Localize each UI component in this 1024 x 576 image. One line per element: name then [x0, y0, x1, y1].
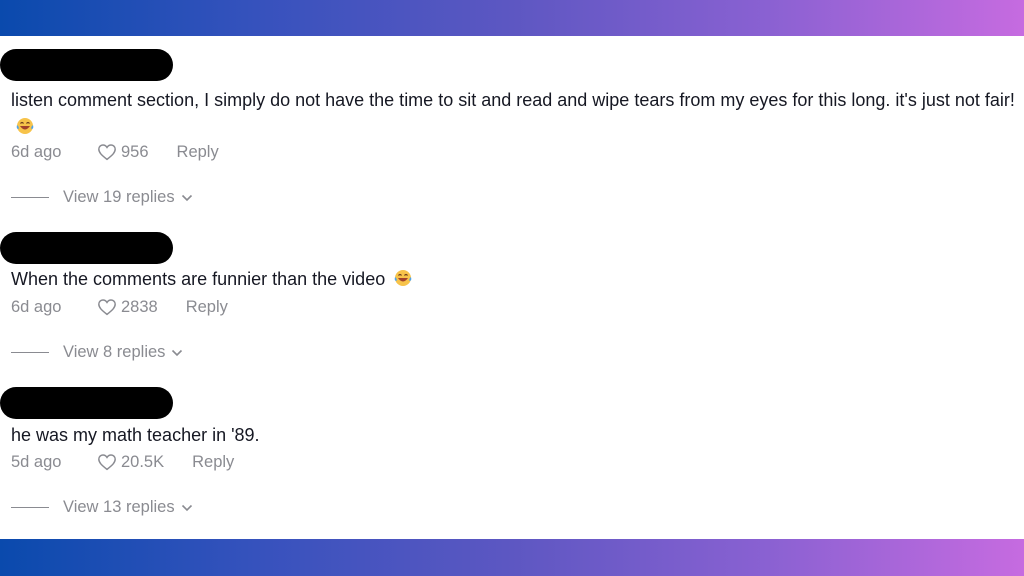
view-replies-label: View 8 replies — [63, 343, 166, 361]
like-button[interactable]: 2838 — [97, 298, 158, 317]
like-count: 956 — [121, 142, 149, 161]
chevron-down-icon — [181, 504, 192, 511]
comment-meta: 6d ago 2838 Reply — [11, 296, 228, 318]
divider-line — [11, 197, 49, 198]
reply-button[interactable]: Reply — [177, 143, 219, 162]
chevron-down-icon — [172, 349, 183, 356]
face-with-tears-of-joy-icon — [394, 270, 412, 286]
view-replies-label: View 19 replies — [63, 188, 175, 206]
bottom-gradient-band — [0, 539, 1024, 576]
view-replies-label: View 13 replies — [63, 498, 175, 516]
face-with-tears-of-joy-icon — [16, 118, 34, 134]
top-gradient-band — [0, 0, 1024, 36]
redacted-username — [0, 387, 173, 419]
comment-time: 6d ago — [11, 142, 62, 161]
like-count: 20.5K — [121, 452, 165, 471]
comment-meta: 5d ago 20.5K Reply — [11, 451, 234, 473]
reply-button[interactable]: Reply — [186, 298, 228, 317]
redacted-username — [0, 49, 173, 81]
like-button[interactable]: 956 — [97, 143, 149, 162]
comment-time: 6d ago — [11, 297, 62, 316]
reply-button[interactable]: Reply — [192, 453, 234, 472]
comment-text: When the comments are funnier than the v… — [11, 266, 1016, 293]
comment-time: 5d ago — [11, 452, 62, 471]
divider-line — [11, 507, 49, 508]
heart-icon — [98, 144, 116, 161]
comment-text: listen comment section, I simply do not … — [11, 87, 1016, 141]
redacted-username — [0, 232, 173, 264]
comment-meta: 6d ago 956 Reply — [11, 141, 219, 163]
view-replies-button[interactable]: View 19 replies — [11, 188, 193, 207]
divider-line — [11, 352, 49, 353]
comment-text: he was my math teacher in '89. — [11, 425, 260, 445]
heart-icon — [98, 454, 116, 471]
chevron-down-icon — [181, 194, 192, 201]
view-replies-button[interactable]: View 8 replies — [11, 343, 183, 362]
heart-icon — [98, 299, 116, 316]
like-button[interactable]: 20.5K — [97, 453, 164, 472]
like-count: 2838 — [121, 297, 158, 316]
view-replies-button[interactable]: View 13 replies — [11, 498, 193, 517]
